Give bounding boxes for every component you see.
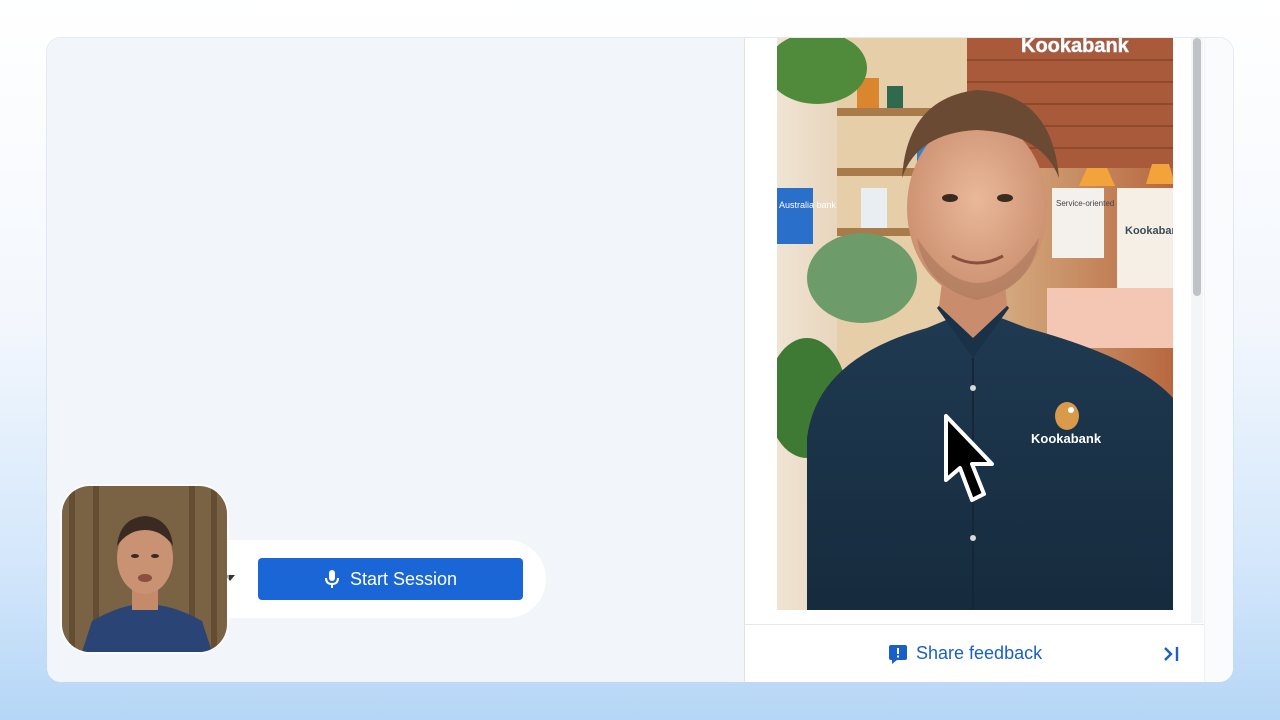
- avatar-video: Australia bank Service-oriented bank Koo…: [777, 38, 1173, 610]
- presenter-webcam: [62, 486, 227, 652]
- window-edge: [1204, 38, 1233, 682]
- share-feedback-label: Share feedback: [916, 643, 1043, 663]
- mouse-cursor-icon: [944, 414, 994, 502]
- scrollbar-thumb[interactable]: [1193, 38, 1201, 296]
- feedback-icon: [889, 644, 907, 664]
- svg-text:Kookabank: Kookabank: [1031, 431, 1102, 446]
- share-feedback-link[interactable]: Share feedback: [888, 643, 1042, 664]
- microphone-icon: [324, 570, 339, 588]
- svg-text:Kookabank: Kookabank: [1021, 38, 1130, 57]
- presenter-video: [62, 486, 227, 652]
- feedback-bar: Share feedback: [745, 624, 1207, 682]
- avatar-panel: Australia bank Service-oriented bank Koo…: [745, 38, 1233, 682]
- svg-text:Kookabank: Kookabank: [1125, 225, 1173, 237]
- svg-text:Australia bank: Australia bank: [779, 200, 837, 210]
- start-session-label: Start Session: [349, 568, 458, 589]
- collapse-panel-icon: [1164, 647, 1179, 661]
- start-session-button[interactable]: Start Session: [258, 558, 523, 600]
- avatar-portrait: Australia bank Service-oriented bank Koo…: [777, 38, 1173, 610]
- collapse-panel-button[interactable]: [1161, 643, 1185, 667]
